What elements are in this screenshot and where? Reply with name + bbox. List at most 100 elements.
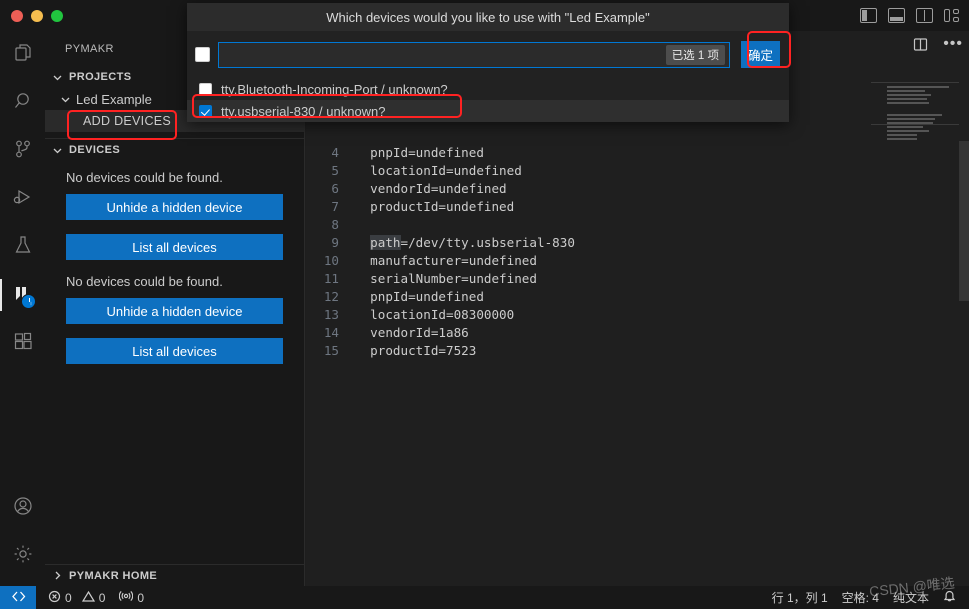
- dialog-input-row: 已选 1 项 确定: [187, 31, 789, 78]
- list-all-devices-button-2[interactable]: List all devices: [66, 338, 283, 364]
- error-count: 0: [65, 590, 72, 605]
- run-debug-icon: [12, 186, 34, 213]
- chevron-right-icon: [49, 568, 65, 584]
- code-line: 15 productId=7523: [306, 342, 969, 360]
- code-line: 10 manufacturer=undefined: [306, 252, 969, 270]
- confirm-button[interactable]: 确定: [740, 41, 780, 68]
- chevron-down-icon: [49, 69, 65, 85]
- device-checkbox-checked[interactable]: [199, 104, 212, 118]
- close-window-button[interactable]: [11, 9, 23, 22]
- code-text: pnpId=undefined: [355, 145, 484, 160]
- status-indentation[interactable]: 空格: 4: [835, 586, 886, 609]
- extensions-icon: [12, 330, 34, 357]
- code-text: vendorId=1a86: [355, 325, 469, 340]
- code-text: path=/dev/tty.usbserial-830: [370, 235, 575, 250]
- devices-body: No devices could be found. Unhide a hidd…: [45, 161, 304, 378]
- code-text: locationId=undefined: [355, 163, 522, 178]
- remote-indicator[interactable]: [0, 586, 36, 609]
- code-text: manufacturer=undefined: [355, 253, 537, 268]
- activity-item-run-and-debug[interactable]: [0, 175, 45, 223]
- section-label-devices: DEVICES: [69, 144, 121, 156]
- line-number: 13: [323, 307, 339, 322]
- warning-icon: [81, 590, 95, 606]
- status-bar-right: 行 1，列 1 空格: 4 纯文本: [765, 586, 969, 609]
- dialog-title: Which devices would you like to use with…: [187, 3, 789, 31]
- code-line: 14 vendorId=1a86: [306, 324, 969, 342]
- layout-controls: [860, 0, 961, 31]
- status-ports[interactable]: 0: [112, 586, 151, 609]
- maximize-window-button[interactable]: [51, 9, 63, 22]
- status-problems[interactable]: 0 0: [36, 586, 112, 609]
- line-number: 10: [323, 253, 339, 268]
- status-notifications[interactable]: [936, 586, 963, 609]
- activity-item-accounts[interactable]: [0, 484, 45, 532]
- tree-item-label: ADD DEVICES: [83, 114, 172, 128]
- activity-item-manage[interactable]: [0, 532, 45, 580]
- code-line: 6 vendorId=undefined: [306, 180, 969, 198]
- search-icon: [12, 90, 34, 117]
- activity-item-extensions[interactable]: [0, 319, 45, 367]
- section-label-pymakr-home: PYMAKR HOME: [69, 569, 158, 582]
- code-line: 13 locationId=08300000: [306, 306, 969, 324]
- line-number: 4: [331, 145, 339, 160]
- list-all-devices-button-1[interactable]: List all devices: [66, 234, 283, 260]
- line-number: 5: [331, 163, 339, 178]
- chevron-down-icon: [57, 91, 73, 107]
- line-number: 14: [323, 325, 339, 340]
- code-text: serialNumber=undefined: [355, 271, 537, 286]
- code-line: 12 pnpId=undefined: [306, 288, 969, 306]
- code-text: productId=7523: [355, 343, 477, 358]
- section-header-devices[interactable]: DEVICES: [45, 139, 304, 161]
- unhide-hidden-device-button-1[interactable]: Unhide a hidden device: [66, 194, 283, 220]
- line-number: 11: [323, 271, 339, 286]
- gear-icon: [12, 543, 34, 570]
- confirm-button-wrap: 确定: [738, 38, 783, 71]
- status-bar: 0 0 0 行 1，列 1 空格: 4 纯文本: [0, 586, 969, 609]
- selected-count-badge: 已选 1 项: [665, 44, 725, 65]
- ports-broadcast-icon: [119, 590, 134, 606]
- unhide-hidden-device-button-2[interactable]: Unhide a hidden device: [66, 298, 283, 324]
- section-label-projects: PROJECTS: [69, 71, 132, 83]
- activity-item-source-control[interactable]: [0, 127, 45, 175]
- code-line: 5 locationId=undefined: [306, 162, 969, 180]
- source-control-icon: [12, 138, 34, 165]
- section-header-pymakr-home[interactable]: PYMAKR HOME: [45, 564, 304, 586]
- code-line: 8: [306, 216, 969, 234]
- toggle-panel-icon[interactable]: [888, 8, 905, 23]
- minimize-window-button[interactable]: [31, 9, 43, 22]
- select-all-checkbox[interactable]: [195, 47, 210, 62]
- dialog-item-bluetooth[interactable]: tty.Bluetooth-Incoming-Port / unknown?: [187, 78, 789, 100]
- activity-item-pymakr[interactable]: [0, 271, 45, 319]
- status-language-mode[interactable]: 纯文本: [886, 586, 936, 609]
- customize-layout-icon[interactable]: [944, 8, 961, 23]
- line-number: 7: [331, 199, 339, 214]
- activity-item-testing[interactable]: [0, 223, 45, 271]
- device-select-dialog: Which devices would you like to use with…: [187, 3, 789, 122]
- device-checkbox[interactable]: [199, 82, 212, 96]
- error-icon: [48, 590, 61, 606]
- dialog-item-usbserial[interactable]: tty.usbserial-830 / unknown?: [187, 100, 789, 122]
- toggle-primary-sidebar-icon[interactable]: [860, 8, 877, 23]
- status-cursor-position[interactable]: 行 1，列 1: [765, 586, 835, 609]
- line-number: 6: [331, 181, 339, 196]
- activity-bar: [0, 31, 45, 586]
- warning-count: 0: [98, 590, 106, 605]
- files-icon: [12, 42, 34, 69]
- dialog-filter-input[interactable]: 已选 1 项: [218, 41, 730, 68]
- devices-empty-message-2: No devices could be found.: [66, 274, 223, 289]
- line-number: 9: [331, 235, 339, 250]
- pymakr-clock-badge-icon: [21, 294, 36, 309]
- code-text: locationId=08300000: [355, 307, 515, 322]
- ports-count: 0: [137, 590, 145, 605]
- remote-indicator-icon: [11, 590, 26, 606]
- activity-item-explorer[interactable]: [0, 31, 45, 79]
- account-icon: [12, 495, 34, 522]
- activity-item-search[interactable]: [0, 79, 45, 127]
- toggle-secondary-sidebar-icon[interactable]: [916, 8, 933, 23]
- highlighted-token: path: [370, 235, 401, 250]
- beaker-icon: [12, 234, 34, 261]
- line-number: 15: [323, 343, 339, 358]
- tree-item-label: Led Example: [76, 91, 152, 107]
- code-line: 4 pnpId=undefined: [306, 144, 969, 162]
